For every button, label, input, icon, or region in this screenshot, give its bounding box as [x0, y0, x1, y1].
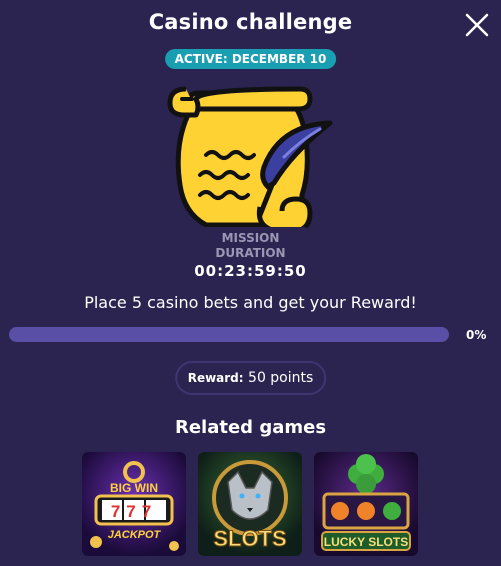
reward-pill: Reward: 50 points — [174, 361, 327, 395]
page-title: Casino challenge — [148, 10, 353, 34]
svg-text:777: 777 — [111, 502, 157, 521]
related-games-title: Related games — [174, 417, 327, 438]
timer-label-line1: MISSION — [221, 231, 280, 245]
reward-label: Reward: — [187, 371, 244, 385]
svg-text:BIG WIN: BIG WIN — [110, 481, 158, 495]
svg-text:SLOTS: SLOTS — [213, 526, 286, 551]
game-thumbnail: SLOTS — [212, 460, 288, 552]
timer-label-line2: DURATION — [215, 246, 286, 260]
status-badge: ACTIVE: DECEMBER 10 — [164, 49, 337, 69]
svg-text:LUCKY SLOTS: LUCKY SLOTS — [324, 535, 408, 549]
game-thumbnail: LUCKY SLOTS — [321, 454, 411, 551]
svg-text:JACKPOT: JACKPOT — [108, 529, 162, 541]
game-thumbnail: BIG WIN 777 JACKPOT — [90, 461, 179, 551]
related-games-list: BIG WIN 777 JACKPOT SLOTS LUCKY SLOTS — [82, 452, 419, 556]
close-button[interactable] — [463, 11, 491, 39]
game-tile-slots[interactable]: SLOTS — [198, 452, 302, 556]
close-icon — [465, 13, 489, 37]
scroll-quill-icon — [160, 75, 340, 245]
game-tile-big-win-jackpot[interactable]: BIG WIN 777 JACKPOT — [82, 452, 186, 556]
timer-label: MISSION DURATION — [190, 231, 311, 261]
progress-percent: 0% — [466, 328, 487, 342]
game-tile-lucky-slots[interactable]: LUCKY SLOTS — [314, 452, 418, 556]
mission-description: Place 5 casino bets and get your Reward! — [84, 293, 417, 312]
progress-bar — [9, 327, 449, 342]
reward-value: 50 points — [248, 370, 314, 386]
timer-value: 00:23:59:50 — [194, 262, 307, 280]
mission-timer: MISSION DURATION 00:23:59:50 — [190, 227, 311, 285]
